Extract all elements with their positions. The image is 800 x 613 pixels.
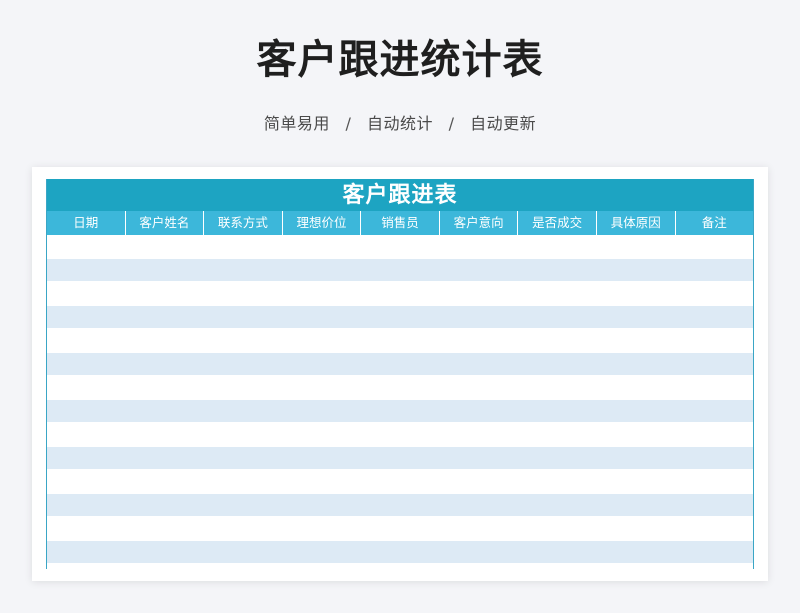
table-row[interactable] — [47, 305, 753, 329]
table-row[interactable] — [47, 493, 753, 517]
column-header-contact[interactable]: 联系方式 — [204, 211, 283, 235]
table-row[interactable] — [47, 517, 753, 541]
column-header-customer-intent[interactable]: 客户意向 — [440, 211, 519, 235]
column-header-date[interactable]: 日期 — [47, 211, 126, 235]
table-row[interactable] — [47, 423, 753, 447]
column-header-remarks[interactable]: 备注 — [676, 211, 754, 235]
subtitle-separator: / — [448, 114, 455, 133]
spreadsheet-preview: 客户跟进表 日期 客户姓名 联系方式 理想价位 销售员 客户意向 是否成交 具体… — [32, 167, 768, 581]
table-row[interactable] — [47, 399, 753, 423]
table-body — [47, 235, 753, 564]
column-header-salesperson[interactable]: 销售员 — [361, 211, 440, 235]
table-row[interactable] — [47, 446, 753, 470]
table-row[interactable] — [47, 235, 753, 259]
table-row[interactable] — [47, 258, 753, 282]
table-row[interactable] — [47, 352, 753, 376]
table-header-row: 日期 客户姓名 联系方式 理想价位 销售员 客户意向 是否成交 具体原因 备注 — [47, 211, 753, 235]
subtitle-item-auto-update: 自动更新 — [470, 114, 537, 133]
customer-followup-table: 客户跟进表 日期 客户姓名 联系方式 理想价位 销售员 客户意向 是否成交 具体… — [46, 179, 754, 569]
subtitle: 简单易用 / 自动统计 / 自动更新 — [0, 112, 800, 136]
table-row[interactable] — [47, 329, 753, 353]
table-row[interactable] — [47, 470, 753, 494]
subtitle-separator: / — [345, 114, 352, 133]
subtitle-item-easy: 简单易用 — [263, 114, 330, 133]
table-row[interactable] — [47, 376, 753, 400]
table-row[interactable] — [47, 282, 753, 306]
subtitle-item-auto-stats: 自动统计 — [366, 114, 433, 133]
page-title: 客户跟进统计表 — [256, 37, 544, 83]
column-header-ideal-price[interactable]: 理想价位 — [283, 211, 362, 235]
column-header-deal-closed[interactable]: 是否成交 — [518, 211, 597, 235]
table-title: 客户跟进表 — [47, 179, 753, 211]
column-header-reason[interactable]: 具体原因 — [597, 211, 676, 235]
table-row[interactable] — [47, 540, 753, 564]
column-header-customer-name[interactable]: 客户姓名 — [126, 211, 205, 235]
